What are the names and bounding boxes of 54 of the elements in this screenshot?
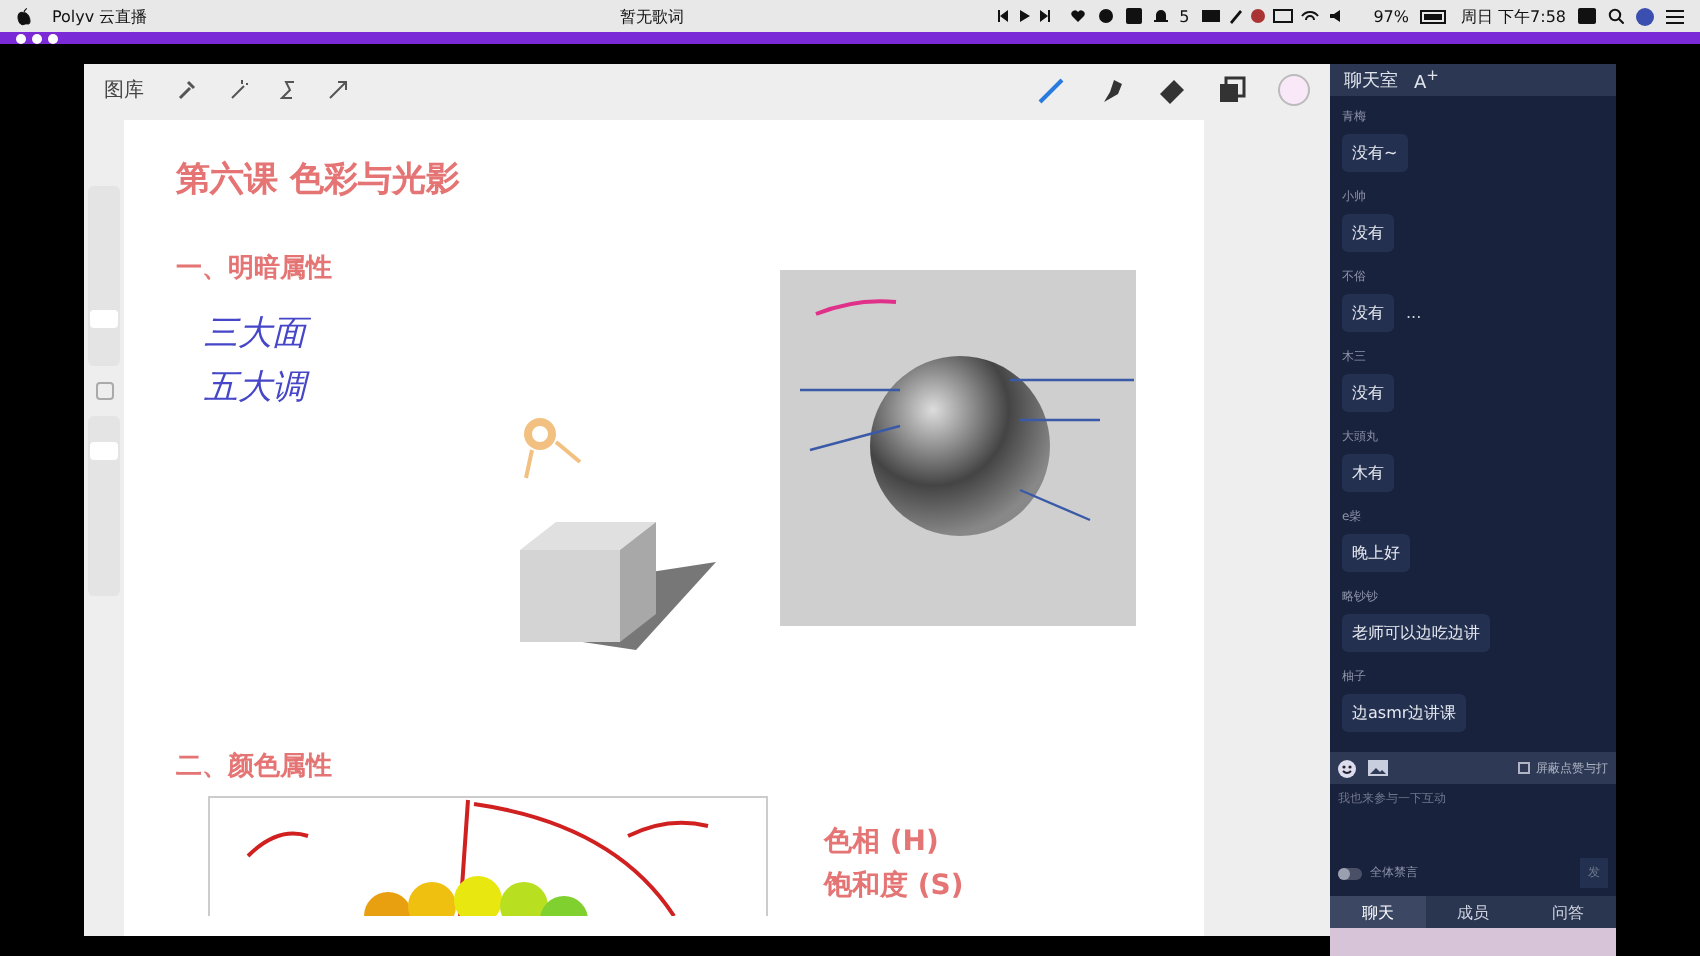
menubar-clock: 周日 下午7:58 — [1460, 5, 1566, 27]
magic-wand-icon[interactable] — [228, 80, 248, 100]
chat-message-bubble: 边asmr边讲课 — [1342, 694, 1467, 732]
chat-tab[interactable]: 成员 — [1425, 896, 1521, 928]
chat-message-bubble: 木有 — [1342, 454, 1394, 492]
wrench-icon[interactable] — [176, 80, 196, 100]
slider-thumb[interactable] — [90, 441, 118, 460]
battery-icon[interactable] — [1420, 9, 1449, 23]
lyrics-text: 暂无歌词 — [620, 5, 685, 27]
app-menu-title[interactable]: Polyv 云直播 — [52, 5, 148, 27]
window-minimize-dot[interactable] — [32, 33, 42, 43]
more-ellipsis: ... — [1406, 304, 1422, 322]
chat-message-bubble: 没有 — [1342, 214, 1394, 252]
apple-logo-icon[interactable] — [16, 7, 32, 25]
mute-all-toggle[interactable] — [1338, 867, 1362, 879]
notification-count: 5 — [1179, 7, 1190, 25]
chat-message-bubble: 没有 — [1342, 374, 1394, 412]
arrow-cursor-icon[interactable] — [328, 80, 348, 100]
chat-message-bubble: 老师可以边吃边讲 — [1342, 614, 1490, 652]
handwritten-note: 五大调 — [204, 365, 312, 410]
slider-thumb[interactable] — [90, 310, 118, 329]
section-heading: 一、明暗属性 — [176, 251, 334, 286]
chat-message-bubble: 没有 — [1342, 294, 1394, 332]
menu-icon[interactable] — [1666, 9, 1684, 23]
profile-circle-icon[interactable] — [1636, 7, 1654, 25]
opacity-slider[interactable] — [88, 416, 120, 596]
chat-message-bubble: 晚上好 — [1342, 534, 1410, 572]
lesson-title: 第六课 色彩与光影 — [176, 158, 462, 204]
chat-message-bubble: 没有~ — [1342, 134, 1408, 172]
emoji-icon[interactable] — [1338, 759, 1356, 777]
color-property-note: 色相 (H) — [824, 824, 941, 861]
window-zoom-dot[interactable] — [48, 33, 58, 43]
chat-tab[interactable]: 问答 — [1520, 896, 1617, 928]
font-size-button[interactable]: A$^{+}$ — [1414, 66, 1439, 94]
section-heading: 二、颜色属性 — [176, 749, 334, 785]
heart-icon[interactable] — [1069, 8, 1086, 24]
image-icon[interactable] — [1368, 760, 1388, 776]
color-property-note: 饱和度 (S) — [824, 868, 964, 905]
brush-icon[interactable] — [1038, 76, 1066, 104]
gallery-button[interactable]: 图库 — [104, 76, 144, 104]
window-close-dot[interactable] — [16, 33, 26, 43]
eraser-icon[interactable] — [1158, 76, 1186, 104]
layers-icon[interactable] — [1218, 76, 1246, 104]
handwritten-note: 三大面 — [204, 309, 776, 356]
smudge-icon[interactable] — [1098, 76, 1126, 104]
circle-icon[interactable] — [1097, 8, 1114, 24]
battery-percent: 97% — [1373, 7, 1409, 25]
chat-room-title: 聊天室 — [1344, 69, 1398, 93]
chat-tab[interactable]: 聊天 — [1330, 896, 1426, 928]
color-swatch-icon[interactable] — [1278, 74, 1310, 106]
search-icon[interactable] — [1608, 8, 1624, 24]
checkbox[interactable] — [1518, 762, 1530, 774]
brush-size-slider[interactable] — [88, 186, 120, 366]
bell-icon[interactable] — [1153, 8, 1168, 24]
